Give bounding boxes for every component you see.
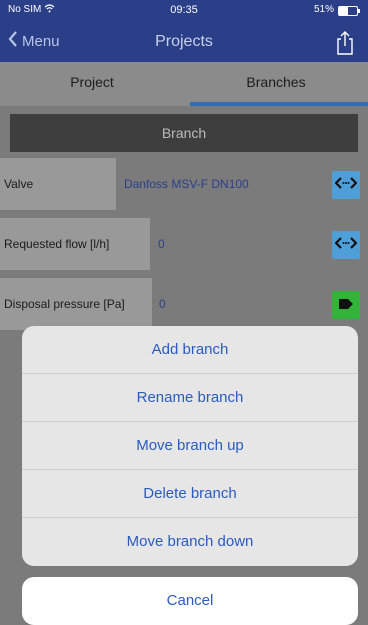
arrows-icon (334, 176, 358, 195)
row-value[interactable]: 0 (159, 278, 166, 330)
branch-header: Branch (10, 114, 358, 152)
requested-flow-row: Requested flow [l/h] 0 (0, 218, 368, 270)
delete-branch-button[interactable]: Delete branch (22, 470, 358, 518)
arrows-icon (334, 236, 358, 255)
row-value[interactable]: Danfoss MSV-F DN100 (124, 158, 249, 210)
battery-icon (338, 6, 360, 16)
share-button[interactable] (334, 30, 356, 56)
row-label: Valve (0, 158, 116, 210)
battery-percent: 51% (313, 4, 334, 15)
action-sheet: Add branch Rename branch Move branch up … (22, 326, 358, 566)
rename-branch-button[interactable]: Rename branch (22, 374, 358, 422)
move-branch-up-button[interactable]: Move branch up (22, 422, 358, 470)
tag-icon (339, 296, 353, 314)
disposal-pressure-row: Disposal pressure [Pa] 0 (0, 278, 368, 330)
valve-row: Valve Danfoss MSV-F DN100 (0, 158, 368, 210)
status-time: 09:35 (170, 4, 198, 16)
segment-tabs: Project Branches (0, 62, 368, 106)
valve-select-button[interactable] (332, 171, 360, 199)
flow-select-button[interactable] (332, 231, 360, 259)
add-branch-button[interactable]: Add branch (22, 326, 358, 374)
status-bar: No SIM 09:35 51% (0, 0, 368, 26)
tab-project[interactable]: Project (0, 62, 184, 106)
row-label: Requested flow [l/h] (0, 218, 150, 270)
pressure-tag-button[interactable] (332, 291, 360, 319)
row-value[interactable]: 0 (158, 218, 165, 270)
share-icon (334, 31, 356, 60)
move-branch-down-button[interactable]: Move branch down (22, 518, 358, 566)
tab-branches[interactable]: Branches (184, 62, 368, 106)
page-title: Projects (155, 33, 213, 50)
cancel-button[interactable]: Cancel (22, 577, 358, 625)
navigation-bar: Menu Projects (0, 26, 368, 62)
tab-selected-indicator (190, 102, 368, 106)
row-label: Disposal pressure [Pa] (0, 278, 152, 330)
